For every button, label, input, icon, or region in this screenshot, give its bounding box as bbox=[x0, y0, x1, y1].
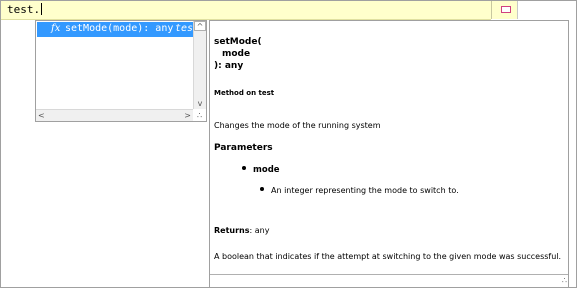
code-text[interactable]: test. bbox=[7, 3, 43, 16]
doc-param-name: mode bbox=[242, 165, 280, 175]
doc-returns: Returns: any bbox=[214, 226, 270, 235]
scroll-up-icon[interactable]: ^ bbox=[194, 21, 206, 31]
vertical-scrollbar[interactable]: ^ v bbox=[193, 21, 206, 109]
doc-signature-return: ): any bbox=[214, 61, 244, 71]
scroll-left-icon[interactable]: < bbox=[38, 110, 45, 121]
function-icon: fx bbox=[51, 23, 61, 34]
scroll-down-icon[interactable]: v bbox=[194, 99, 206, 109]
doc-signature-param: mode bbox=[222, 49, 251, 59]
horizontal-scrollbar[interactable]: < > bbox=[36, 109, 193, 121]
proposal-signature: setMode(mode): any bbox=[65, 23, 174, 34]
doc-parameters-heading: Parameters bbox=[214, 143, 273, 153]
resize-grip-icon[interactable]: ∴ bbox=[562, 275, 567, 287]
doc-signature: setMode( mode ): any bbox=[214, 36, 262, 72]
completion-proposals-list[interactable]: fx setMode(mode): any test ^ v < > ∴ bbox=[35, 20, 207, 122]
doc-signature-line: setMode( bbox=[214, 37, 262, 47]
documentation-popup: setMode( mode ): any Method on test Chan… bbox=[209, 20, 569, 288]
doc-owner: Method on test bbox=[214, 89, 275, 97]
resize-grip-icon[interactable]: ∴ bbox=[194, 110, 205, 121]
bullet-icon bbox=[260, 187, 264, 191]
doc-result-description: A boolean that indicates if the attempt … bbox=[214, 252, 562, 261]
bullet-icon bbox=[242, 166, 246, 170]
doc-description: Changes the mode of the running system bbox=[214, 121, 381, 130]
proposal-item-selected[interactable]: fx setMode(mode): any test bbox=[37, 22, 199, 37]
scroll-right-icon[interactable]: > bbox=[184, 110, 191, 121]
text-caret bbox=[41, 3, 43, 15]
annotation-marker-icon[interactable] bbox=[501, 6, 511, 13]
overview-ruler bbox=[517, 1, 518, 19]
current-line[interactable]: test. bbox=[1, 1, 491, 20]
doc-param-description: An integer representing the mode to swit… bbox=[260, 186, 459, 195]
doc-status-bar: ∴ bbox=[210, 274, 568, 287]
